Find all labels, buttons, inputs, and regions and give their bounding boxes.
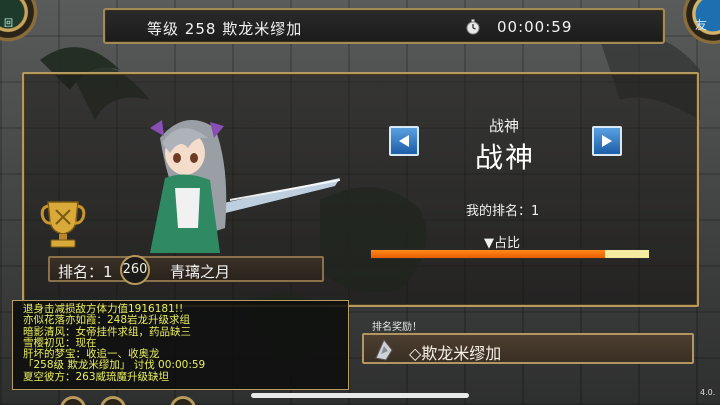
trophy-icon [40,201,86,248]
damage-share-fill [371,250,605,258]
chat-log[interactable]: 退身击减损敌方体力值1916181!! 亦似花落亦如霞：248岩龙升级求组 暗影清风… [12,300,349,390]
boss-name: 欺龙米缪加 [222,20,303,38]
title-name: 战神 [474,141,535,174]
boss-title: 等级 258 欺龙米缪加 [147,18,302,39]
player-name: 青璃之月 [170,263,231,281]
reward-item-icon [375,339,393,361]
my-rank-value: 1 [531,204,540,219]
level-label: 等级 [147,20,180,38]
chat-line: 夏空彼方：263威琉魔升级缺坦 [23,370,170,383]
arrow-right-icon [602,135,612,147]
chat-line: 亦似花落亦如霞：248岩龙升级求组 [23,314,191,327]
damage-share-bar [370,249,650,259]
reward-item-box[interactable]: ◇欺龙米缪加 [362,333,694,364]
rank-label: 排名：1 [58,263,113,281]
level-value: 258 [184,20,217,38]
version-text: 4.0. [700,388,716,397]
reward-item-name: ◇欺龙米缪加 [409,344,502,363]
arrow-left-icon [399,135,409,147]
next-title-button[interactable] [592,126,622,156]
back-button-label: 回 [4,19,14,29]
boss-header-bar: 等级 258 欺龙米缪加 00:00:59 [103,8,665,44]
home-indicator[interactable] [251,393,469,398]
boss-timer: 00:00:59 [497,18,573,36]
reward-label: 排名奖励！ [372,322,422,333]
player-level-badge: 260 [120,255,150,285]
friends-button-label: 友 [695,18,708,32]
my-rank: 我的排名：1 [466,200,539,219]
character-portrait [150,120,340,253]
prev-title-button[interactable] [389,126,419,156]
my-rank-label: 我的排名： [466,204,532,219]
stopwatch-icon [466,19,480,35]
player-rank-plate: 排名：1 260 青璃之月 [48,255,324,285]
title-category: 战神 [488,117,519,135]
